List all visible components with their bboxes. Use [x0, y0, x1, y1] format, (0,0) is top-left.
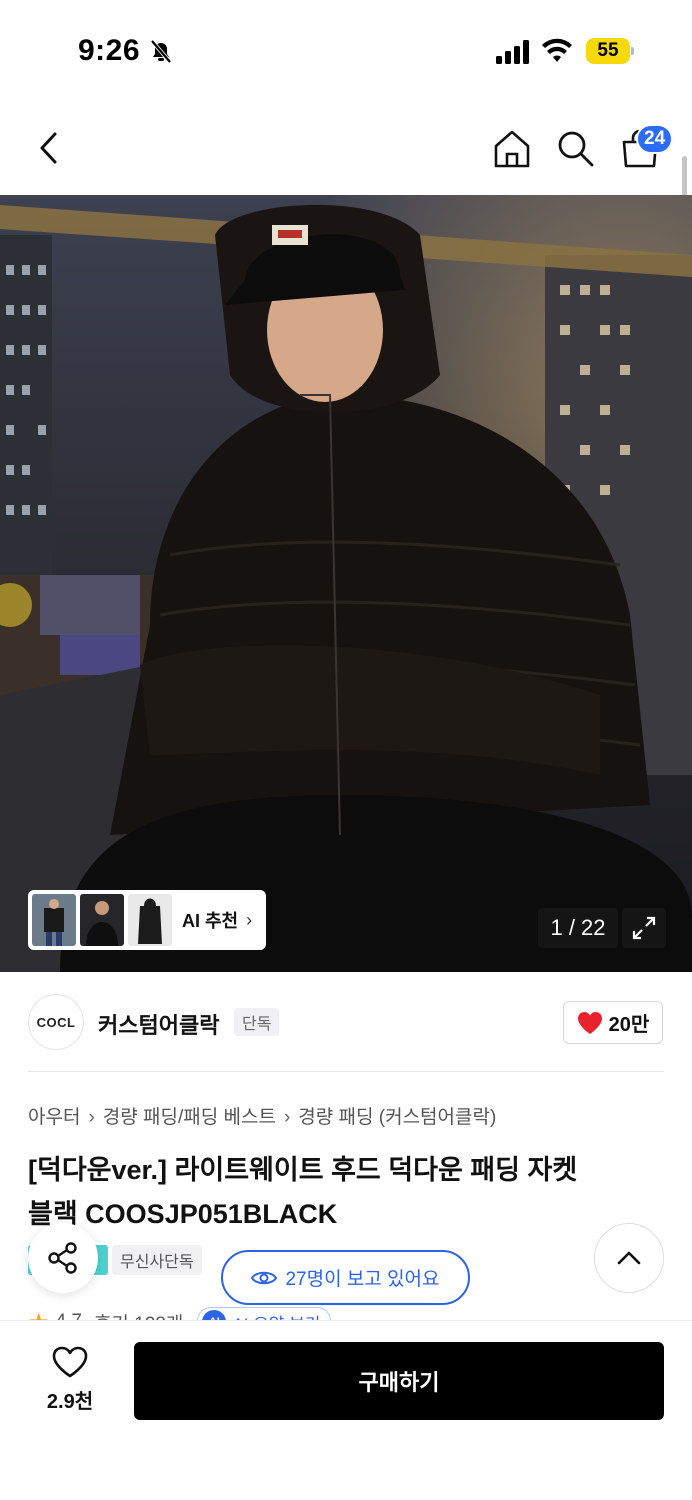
rating-row: ★ 4.7 후기 128개 AI AI 요약 보기 — [28, 1303, 428, 1321]
battery-level: 55 — [586, 38, 630, 64]
ai-recommend-label: AI 추천 — [182, 911, 239, 931]
buy-button[interactable]: 구매하기 — [134, 1342, 664, 1420]
breadcrumb-item[interactable]: 경량 패딩/패딩 베스트 — [103, 1107, 276, 1128]
brand-row: COCL 커스텀어클락 단독 20만 — [0, 972, 692, 1072]
expand-icon — [632, 916, 656, 940]
bell-off-icon — [150, 39, 172, 64]
top-nav-bar — [0, 100, 692, 195]
thumbnail-2[interactable] — [80, 894, 124, 946]
thumbnail-3[interactable] — [128, 894, 172, 946]
product-title-line2: 블랙 COOSJP051BLACK — [28, 1199, 338, 1229]
brand-like-count: 20만 — [608, 1014, 650, 1036]
ai-recommend-thumbnails[interactable]: AI 추천 › — [28, 890, 266, 950]
chevron-right-icon: › — [246, 909, 253, 930]
breadcrumb-item[interactable]: 아우터 — [28, 1107, 80, 1128]
viewers-count-text: 27명이 보고 있어요 — [285, 1269, 440, 1290]
chevron-right-icon: › — [283, 1107, 291, 1128]
star-icon: ★ — [28, 1308, 50, 1322]
exclusive-tag: 단독 — [234, 1008, 280, 1036]
chevron-right-icon: › — [88, 1107, 95, 1128]
eye-icon — [251, 1271, 278, 1284]
share-icon — [48, 1242, 77, 1274]
breadcrumb-item[interactable]: 경량 패딩 (커스텀어클락) — [298, 1107, 496, 1128]
wifi-icon — [542, 38, 572, 62]
wishlist-count: 2.9천 — [46, 1391, 94, 1413]
image-page-counter: 1 / 22 — [538, 908, 618, 948]
search-icon[interactable] — [553, 126, 597, 170]
home-icon[interactable] — [490, 126, 534, 170]
divider — [28, 1071, 664, 1072]
scroll-to-top-button[interactable] — [594, 1223, 664, 1293]
status-bar: 9:26 55 — [0, 0, 692, 100]
thumbnail-1[interactable] — [32, 894, 76, 946]
viewers-count-pill[interactable]: 27명이 보고 있어요 — [221, 1250, 470, 1305]
breadcrumb: 아우터 › 경량 패딩/패딩 베스트 › 경량 패딩 (커스텀어클락) — [28, 1102, 496, 1129]
brand-logo[interactable]: COCL — [28, 994, 84, 1050]
status-time: 9:26 — [78, 34, 141, 67]
brand-like-button[interactable]: 20만 — [563, 1001, 663, 1044]
back-arrow-icon[interactable] — [28, 126, 72, 170]
cart-count-badge: 24 — [636, 124, 674, 154]
product-title-line1: [덕다운ver.] 라이트웨이트 후드 덕다운 패딩 자켓 — [28, 1155, 578, 1185]
heart-filled-icon — [577, 1011, 602, 1034]
chevron-up-icon — [617, 1251, 641, 1265]
brand-name[interactable]: 커스텀어클락 — [98, 1008, 219, 1040]
heart-outline-icon — [52, 1346, 88, 1378]
signal-icon — [496, 40, 529, 64]
product-image-gallery[interactable]: AI 추천 › 1 / 22 — [0, 195, 692, 972]
product-title: [덕다운ver.] 라이트웨이트 후드 덕다운 패딩 자켓 블랙 COOSJP0… — [28, 1148, 664, 1236]
expand-image-button[interactable] — [622, 908, 666, 948]
wishlist-button[interactable]: 2.9천 — [28, 1345, 112, 1421]
ai-summary-chip[interactable]: AI AI 요약 보기 — [197, 1307, 332, 1321]
product-photo — [0, 195, 692, 972]
musinsa-exclusive-badge: 무신사단독 — [112, 1245, 202, 1275]
share-button[interactable] — [28, 1223, 98, 1293]
battery-indicator: 55 — [586, 38, 634, 64]
bottom-action-bar: 2.9천 구매하기 — [0, 1320, 692, 1500]
